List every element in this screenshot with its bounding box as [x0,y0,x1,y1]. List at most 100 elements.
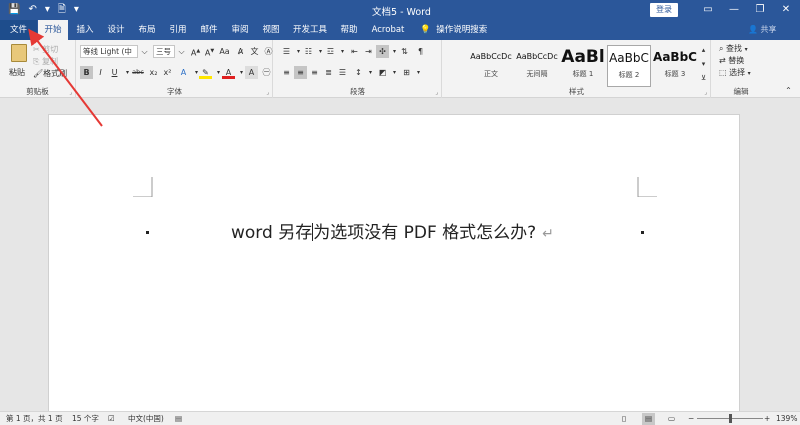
font-size-dropdown-icon[interactable]: ⌵ [175,45,188,58]
undo-icon[interactable]: ↶ [28,3,36,17]
enclose-char-icon[interactable]: ㊀ [260,66,273,79]
tab-developer[interactable]: 开发工具 [289,20,331,40]
styles-launcher-icon[interactable]: ⌟ [704,89,707,96]
tell-me-search[interactable]: 💡 操作说明搜索 [420,20,487,40]
print-layout-icon[interactable]: ▤ [642,413,656,425]
change-case-icon[interactable]: Aa [218,45,231,58]
font-color-icon[interactable]: A [222,66,235,79]
styles-more-icon[interactable]: ⊻ [697,72,710,85]
subscript-button[interactable]: x₂ [147,66,160,79]
paragraph-group: ☰ ▾ ☷ ▾ ☲ ▾ ⇤ ⇥ ✣ ▾ ⇅ ¶ ≡ ≡ ≡ ≣ ☰ ↕ ▾ ◩ … [274,40,442,98]
sort-icon[interactable]: ⇅ [398,45,411,58]
align-center-icon[interactable]: ≡ [294,66,307,79]
proofing-icon[interactable]: ☑ [108,413,115,425]
read-mode-icon[interactable]: ▯ [622,413,626,425]
zoom-slider-thumb[interactable] [729,414,732,423]
strikethrough-button[interactable]: abc [130,66,146,79]
style-no-spacing-name: 无间隔 [526,70,548,78]
tab-home[interactable]: 开始 [38,20,68,40]
increase-indent-icon[interactable]: ⇥ [362,45,375,58]
tab-file[interactable]: 文件 [0,20,37,40]
clipboard-group: 粘贴 ✂ 剪切 ⎘ 复制 🖌格式刷 剪贴板 ⌟ [0,40,76,98]
cut-button[interactable]: ✂ 剪切 [33,44,58,55]
select-button[interactable]: ⬚ 选择 ▾ [719,67,751,79]
superscript-button[interactable]: x² [161,66,174,79]
styles-scroll-down-icon[interactable]: ▾ [697,58,710,71]
ribbon-display-icon[interactable]: ▭ [698,2,718,18]
find-button[interactable]: ⌕ 查找 ▾ [719,43,748,55]
char-shading-icon[interactable]: A [245,66,258,79]
zoom-in-button[interactable]: + [764,413,770,425]
tab-mailings[interactable]: 邮件 [195,20,223,40]
share-icon: 👤 [748,25,758,34]
show-marks-icon[interactable]: ¶ [414,45,427,58]
page-count[interactable]: 第 1 页，共 1 页 [6,413,63,425]
tab-references[interactable]: 引用 [164,20,192,40]
style-heading-3-sample: AaBbC [653,50,697,64]
document-page[interactable]: word 另存为选项没有 PDF 格式怎么办? ↵ [48,114,740,414]
minimize-button[interactable]: — [724,2,744,18]
tab-view[interactable]: 视图 [257,20,285,40]
copy-button[interactable]: ⎘ 复制 [33,56,58,67]
tab-insert[interactable]: 插入 [71,20,99,40]
tab-review[interactable]: 审阅 [226,20,254,40]
align-left-icon[interactable]: ≡ [280,66,293,79]
shrink-font-icon[interactable]: A▼ [203,45,216,58]
web-layout-icon[interactable]: ▭ [668,413,675,425]
highlight-icon[interactable]: ✎ [199,66,212,79]
tab-help[interactable]: 帮助 [335,20,363,40]
style-heading-1-sample: AaBl [561,47,605,67]
crop-mark-top-right [637,177,657,197]
paste-label[interactable]: 粘贴 [9,67,25,78]
close-button[interactable]: ✕ [776,2,796,18]
document-heading[interactable]: word 另存为选项没有 PDF 格式怎么办? ↵ [231,218,554,243]
tab-acrobat[interactable]: Acrobat [368,20,408,40]
paragraph-launcher-icon[interactable]: ⌟ [435,89,438,96]
share-button[interactable]: 👤 共享 [748,20,777,40]
zoom-level[interactable]: 139% [776,413,797,425]
style-heading-2[interactable]: AaBbC 标题 2 [607,45,651,87]
borders-dropdown-icon[interactable]: ▾ [412,66,425,79]
bold-button[interactable]: B [80,66,93,79]
share-label: 共享 [760,25,777,34]
replace-button[interactable]: ⇄ 替换 [719,55,744,66]
font-name-combo[interactable]: 等线 Light (中 [80,45,138,58]
format-painter-button[interactable]: 🖌格式刷 [33,68,67,79]
language-indicator[interactable]: 中文(中国) [128,413,164,425]
new-doc-icon[interactable]: 🗎 [58,3,66,17]
heading-text-before-caret: word 另存 [231,223,313,243]
underline-button[interactable]: U [108,66,121,79]
style-heading-3[interactable]: AaBbC 标题 3 [653,45,697,87]
macro-record-icon[interactable]: ▤ [175,413,182,425]
paragraph-group-label: 段落 [350,87,365,96]
align-right-icon[interactable]: ≡ [308,66,321,79]
maximize-button[interactable]: ❐ [750,2,770,18]
decrease-indent-icon[interactable]: ⇤ [348,45,361,58]
scissors-icon: ✂ [33,45,40,54]
clear-format-icon[interactable]: A̷ [234,45,247,58]
clipboard-launcher-icon[interactable]: ⌟ [69,89,72,96]
style-no-spacing[interactable]: AaBbCcDc 无间隔 [515,45,559,87]
zoom-out-button[interactable]: − [688,413,694,425]
italic-button[interactable]: I [94,66,107,79]
grow-font-icon[interactable]: A▲ [189,45,202,58]
phonetic-guide-icon[interactable]: 文 [248,45,261,58]
justify-icon[interactable]: ≣ [322,66,335,79]
font-name-dropdown-icon[interactable]: ⌵ [138,45,151,58]
text-effects-icon[interactable]: A [177,66,190,79]
tab-design[interactable]: 设计 [102,20,130,40]
save-icon[interactable]: 💾 [8,3,20,17]
font-size-combo[interactable]: 三号 [153,45,175,58]
find-label: 查找 [726,44,743,53]
collapse-ribbon-icon[interactable]: ⌃ [782,84,795,97]
style-normal[interactable]: AaBbCcDc 正文 [469,45,513,87]
style-heading-1[interactable]: AaBl 标题 1 [561,45,605,87]
styles-scroll-up-icon[interactable]: ▴ [697,44,710,57]
customize-qat-icon[interactable]: ▾ [74,3,79,17]
word-count[interactable]: 15 个字 [72,413,99,425]
undo-dropdown-icon[interactable]: ▾ [45,3,50,17]
font-launcher-icon[interactable]: ⌟ [266,89,269,96]
distributed-icon[interactable]: ☰ [336,66,349,79]
login-button[interactable]: 登录 [650,3,678,17]
tab-layout[interactable]: 布局 [133,20,161,40]
